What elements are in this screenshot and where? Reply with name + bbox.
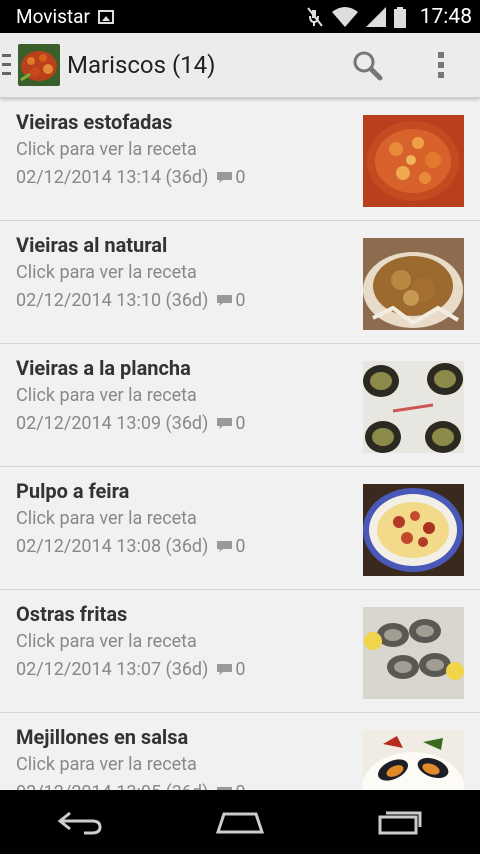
recipe-thumbnail[interactable] [363, 607, 464, 699]
recipe-meta: 02/12/2014 13:10 (36d) 0 [16, 290, 245, 311]
recipe-title: Vieiras a la plancha [16, 356, 191, 380]
comment-icon [217, 418, 233, 429]
recipe-subtitle: Click para ver la receta [16, 631, 197, 652]
recipe-title: Pulpo a feira [16, 479, 130, 503]
seafood-logo-icon [18, 44, 60, 86]
recipe-list-item[interactable]: Vieiras estofadas Click para ver la rece… [0, 98, 480, 221]
recipe-subtitle: Click para ver la receta [16, 139, 197, 160]
recipe-meta: 02/12/2014 13:07 (36d) 0 [16, 659, 245, 680]
stewed-scallops-image [363, 115, 464, 207]
comment-icon [217, 541, 233, 552]
recipe-date: 02/12/2014 13:05 (36d) [16, 782, 208, 790]
overflow-menu-button[interactable] [416, 40, 466, 90]
image-notification-icon [97, 9, 114, 24]
mute-icon [306, 6, 323, 27]
search-icon [353, 51, 383, 81]
back-button[interactable] [40, 797, 120, 847]
recipe-date: 02/12/2014 13:10 (36d) [16, 290, 209, 311]
navigation-bar [0, 790, 480, 854]
recipe-subtitle: Click para ver la receta [16, 385, 197, 406]
signal-icon [365, 6, 386, 27]
comment-count: 0 [235, 413, 246, 434]
wifi-icon [331, 6, 358, 27]
comment-count: 0 [235, 167, 246, 188]
battery-icon [393, 6, 406, 28]
recipe-date: 02/12/2014 13:09 (36d) [16, 413, 209, 434]
overflow-menu-icon [438, 52, 444, 78]
recipe-title: Vieiras estofadas [16, 110, 173, 134]
status-bar: Movistar 17:48 [0, 0, 480, 33]
comment-icon [217, 664, 233, 675]
recipe-subtitle: Click para ver la receta [16, 754, 197, 775]
octopus-image [363, 484, 464, 576]
recipe-list-item[interactable]: Vieiras al natural Click para ver la rec… [0, 221, 480, 344]
recipe-subtitle: Click para ver la receta [16, 508, 197, 529]
comment-count: 0 [235, 659, 246, 680]
status-icons: 17:48 [306, 5, 472, 29]
comment-icon [217, 295, 233, 306]
recipe-thumbnail[interactable] [363, 361, 464, 453]
recipe-meta: 02/12/2014 13:14 (36d) 0 [16, 167, 245, 188]
recipe-list-item[interactable]: Mejillones en salsa Click para ver la re… [0, 713, 480, 790]
comment-icon [217, 172, 233, 183]
recipe-title: Ostras fritas [16, 602, 128, 626]
recipe-list-item[interactable]: Pulpo a feira Click para ver la receta 0… [0, 467, 480, 590]
comment-count: 0 [235, 290, 246, 311]
comment-count: 0 [235, 782, 245, 790]
app-bar: Mariscos (14) [0, 33, 480, 98]
comment-count: 0 [235, 536, 246, 557]
home-icon [215, 812, 265, 834]
home-button[interactable] [200, 797, 280, 847]
recipe-date: 02/12/2014 13:08 (36d) [16, 536, 209, 557]
carrier-name: Movistar [16, 5, 90, 28]
status-time: 17:48 [419, 4, 472, 29]
natural-scallops-image [363, 238, 464, 330]
recipe-meta: 02/12/2014 13:05 (36d) 0 [16, 782, 245, 790]
back-icon [57, 811, 102, 835]
recipe-meta: 02/12/2014 13:09 (36d) 0 [16, 413, 245, 434]
app-title: Mariscos (14) [67, 51, 216, 79]
recipe-thumbnail[interactable] [363, 730, 464, 790]
recipe-meta: 02/12/2014 13:08 (36d) 0 [16, 536, 245, 557]
recipe-thumbnail[interactable] [363, 484, 464, 576]
recipe-list-item[interactable]: Vieiras a la plancha Click para ver la r… [0, 344, 480, 467]
mussels-image [363, 730, 464, 790]
grilled-scallops-image [363, 361, 464, 453]
recipe-list[interactable]: Vieiras estofadas Click para ver la rece… [0, 98, 480, 790]
fried-oysters-image [363, 607, 464, 699]
search-button[interactable] [342, 40, 392, 90]
recipe-subtitle: Click para ver la receta [16, 262, 197, 283]
recipe-title: Vieiras al natural [16, 233, 168, 257]
recipe-title: Mejillones en salsa [16, 725, 189, 749]
app-logo[interactable] [18, 44, 60, 86]
recipe-date: 02/12/2014 13:07 (36d) [16, 659, 209, 680]
drawer-indicator-icon[interactable] [2, 52, 12, 78]
recents-icon [378, 811, 422, 835]
carrier-group: Movistar [16, 5, 114, 28]
recents-button[interactable] [360, 797, 440, 847]
recipe-thumbnail[interactable] [363, 115, 464, 207]
recipe-list-item[interactable]: Ostras fritas Click para ver la receta 0… [0, 590, 480, 713]
recipe-thumbnail[interactable] [363, 238, 464, 330]
recipe-date: 02/12/2014 13:14 (36d) [16, 167, 209, 188]
